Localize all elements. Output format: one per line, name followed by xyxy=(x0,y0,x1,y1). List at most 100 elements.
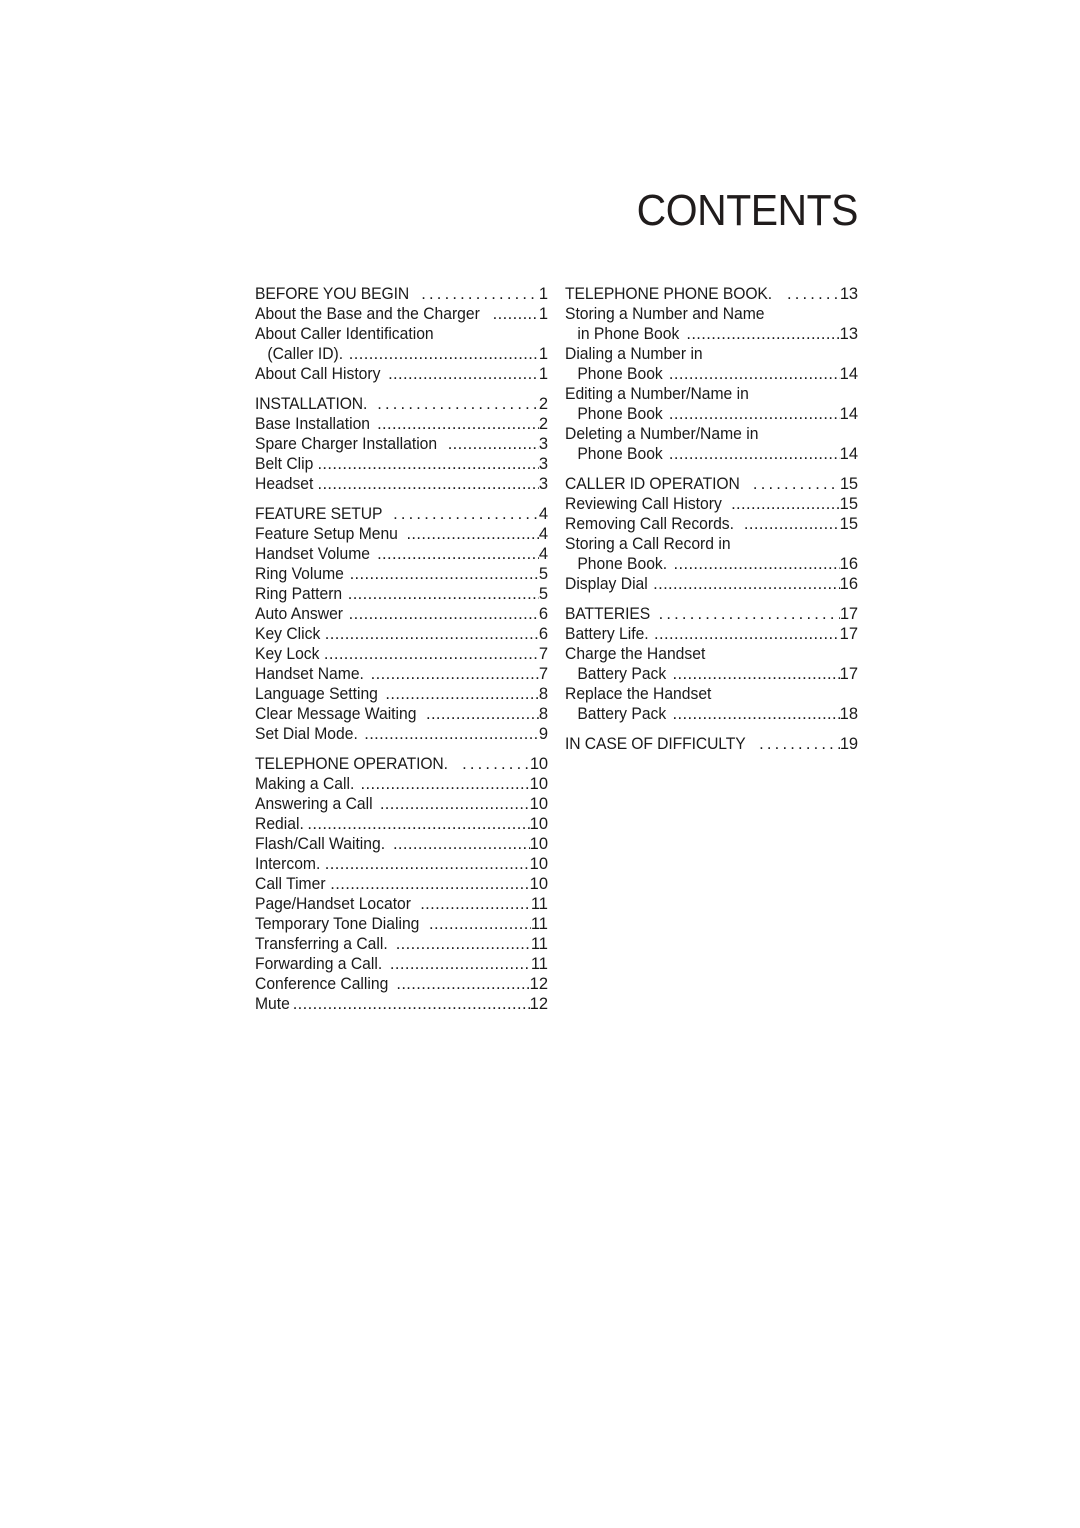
toc-column-left: BEFORE YOU BEGIN1About the Base and the … xyxy=(255,284,548,1014)
toc-leader-dots xyxy=(421,284,539,304)
toc-entry[interactable]: About the Base and the Charger 1 xyxy=(255,304,548,324)
toc-section-heading[interactable]: BATTERIES 17 xyxy=(565,604,858,624)
toc-entry[interactable]: Phone Book 14 xyxy=(565,404,858,424)
toc-leader-dots xyxy=(393,834,530,854)
toc-page-number: 4 xyxy=(538,525,548,543)
document-page: CONTENTS BEFORE YOU BEGIN1About the Base… xyxy=(0,0,1080,1528)
toc-entry-label: Headset xyxy=(255,475,314,493)
toc-section-heading[interactable]: BEFORE YOU BEGIN 1 xyxy=(255,284,548,304)
toc-entry-label: Replace the Handset xyxy=(565,685,712,703)
toc-entry-label: Conference Calling xyxy=(255,975,389,993)
toc-entry[interactable]: Battery Life. 17 xyxy=(565,624,858,644)
toc-entry[interactable]: (Caller ID). 1 xyxy=(255,344,548,364)
toc-entry[interactable]: Handset Volume 4 xyxy=(255,544,548,564)
toc-entry[interactable]: Answering a Call 10 xyxy=(255,794,548,814)
toc-entry[interactable]: Headset 3 xyxy=(255,474,548,494)
toc-entry-label: Phone Book xyxy=(577,445,663,463)
toc-page-number: 16 xyxy=(839,575,858,593)
toc-leader-dots xyxy=(364,724,539,744)
toc-entry-label: About Call History xyxy=(255,365,381,383)
toc-entry-label: Forwarding a Call. xyxy=(255,955,383,973)
toc-entry[interactable]: Removing Call Records. 15 xyxy=(565,514,858,534)
toc-entry[interactable]: Temporary Tone Dialing 11 xyxy=(255,914,548,934)
toc-entry-label: TELEPHONE PHONE BOOK. xyxy=(565,285,773,303)
toc-entry[interactable]: Intercom. 10 xyxy=(255,854,548,874)
toc-page-number: 9 xyxy=(538,725,548,743)
toc-entry[interactable]: Battery Pack 18 xyxy=(565,704,858,724)
toc-entry[interactable]: Page/Handset Locator 11 xyxy=(255,894,548,914)
toc-section-heading[interactable]: TELEPHONE OPERATION. 10 xyxy=(255,754,548,774)
toc-entry[interactable]: Key Click 6 xyxy=(255,624,548,644)
toc-entry[interactable]: Base Installation 2 xyxy=(255,414,548,434)
toc-entry[interactable]: Phone Book. 16 xyxy=(565,554,858,574)
toc-entry[interactable]: Handset Name. 7 xyxy=(255,664,548,684)
toc-entry[interactable]: Redial. 10 xyxy=(255,814,548,834)
toc-entry[interactable]: Belt Clip 3 xyxy=(255,454,548,474)
toc-page-number: 10 xyxy=(529,835,548,853)
toc-leader-dots xyxy=(393,504,539,524)
toc-leader-dots xyxy=(406,524,538,544)
toc-entry-label: Ring Pattern xyxy=(255,585,343,603)
toc-entry[interactable]: Forwarding a Call. 11 xyxy=(255,954,548,974)
toc-leader-dots xyxy=(307,814,529,834)
toc-entry[interactable]: Phone Book 14 xyxy=(565,364,858,384)
toc-entry-label: About the Base and the Charger xyxy=(255,305,480,323)
toc-entry[interactable]: About Caller Identification xyxy=(255,324,548,344)
toc-section-heading[interactable]: TELEPHONE PHONE BOOK. 13 xyxy=(565,284,858,304)
toc-entry[interactable]: Feature Setup Menu 4 xyxy=(255,524,548,544)
toc-entry[interactable]: Call Timer 10 xyxy=(255,874,548,894)
toc-entry[interactable]: Deleting a Number/Name in xyxy=(565,424,858,444)
toc-entry[interactable]: Storing a Call Record in xyxy=(565,534,858,554)
toc-entry[interactable]: Reviewing Call History 15 xyxy=(565,494,858,514)
toc-section-heading[interactable]: INSTALLATION. 2 xyxy=(255,394,548,414)
toc-entry[interactable]: Language Setting 8 xyxy=(255,684,548,704)
toc-entry-label: INSTALLATION. xyxy=(255,395,368,413)
toc-entry[interactable]: Auto Answer 6 xyxy=(255,604,548,624)
toc-leader-dots xyxy=(654,624,840,644)
toc-leader-dots xyxy=(293,994,530,1014)
toc-page-number: 17 xyxy=(839,605,858,623)
toc-entry[interactable]: Ring Pattern 5 xyxy=(255,584,548,604)
toc-entry[interactable]: Phone Book 14 xyxy=(565,444,858,464)
toc-leader-dots xyxy=(759,734,840,754)
toc-leader-dots xyxy=(385,684,538,704)
toc-leader-dots xyxy=(429,914,531,934)
toc-entry[interactable]: Battery Pack 17 xyxy=(565,664,858,684)
toc-entry[interactable]: in Phone Book 13 xyxy=(565,324,858,344)
toc-entry[interactable]: Mute 12 xyxy=(255,994,548,1014)
toc-section-heading[interactable]: CALLER ID OPERATION 15 xyxy=(565,474,858,494)
toc-entry[interactable]: Key Lock 7 xyxy=(255,644,548,664)
toc-entry[interactable]: Replace the Handset xyxy=(565,684,858,704)
toc-entry-label: Belt Clip xyxy=(255,455,314,473)
toc-page-number: 19 xyxy=(839,735,858,753)
toc-entry[interactable]: Ring Volume 5 xyxy=(255,564,548,584)
toc-entry-label: Call Timer xyxy=(255,875,326,893)
toc-page-number: 6 xyxy=(538,605,548,623)
toc-entry[interactable]: Clear Message Waiting 8 xyxy=(255,704,548,724)
toc-entry-label: Battery Pack xyxy=(577,705,667,723)
toc-entry-label: in Phone Book xyxy=(577,325,680,343)
toc-entry-label: Dialing a Number in xyxy=(565,345,703,363)
toc-entry-label: Phone Book xyxy=(577,405,663,423)
toc-entry-label: Phone Book xyxy=(577,365,663,383)
toc-page-number: 14 xyxy=(839,445,858,463)
toc-entry-label: Display Dial xyxy=(565,575,648,593)
toc-section-heading[interactable]: IN CASE OF DIFFICULTY 19 xyxy=(565,734,858,754)
toc-entry[interactable]: Making a Call. 10 xyxy=(255,774,548,794)
toc-entry[interactable]: Editing a Number/Name in xyxy=(565,384,858,404)
toc-page-number: 8 xyxy=(538,685,548,703)
toc-entry[interactable]: Display Dial 16 xyxy=(565,574,858,594)
toc-entry[interactable]: Set Dial Mode. 9 xyxy=(255,724,548,744)
toc-entry[interactable]: Storing a Number and Name xyxy=(565,304,858,324)
toc-leader-dots xyxy=(448,434,539,454)
toc-section-heading[interactable]: FEATURE SETUP 4 xyxy=(255,504,548,524)
toc-entry[interactable]: Conference Calling 12 xyxy=(255,974,548,994)
toc-leader-dots xyxy=(350,564,539,584)
toc-entry[interactable]: Transferring a Call. 11 xyxy=(255,934,548,954)
toc-entry[interactable]: Charge the Handset xyxy=(565,644,858,664)
toc-entry[interactable]: Dialing a Number in xyxy=(565,344,858,364)
toc-entry[interactable]: Spare Charger Installation 3 xyxy=(255,434,548,454)
toc-entry[interactable]: Flash/Call Waiting. 10 xyxy=(255,834,548,854)
toc-entry-label: Page/Handset Locator xyxy=(255,895,411,913)
toc-entry[interactable]: About Call History 1 xyxy=(255,364,548,384)
